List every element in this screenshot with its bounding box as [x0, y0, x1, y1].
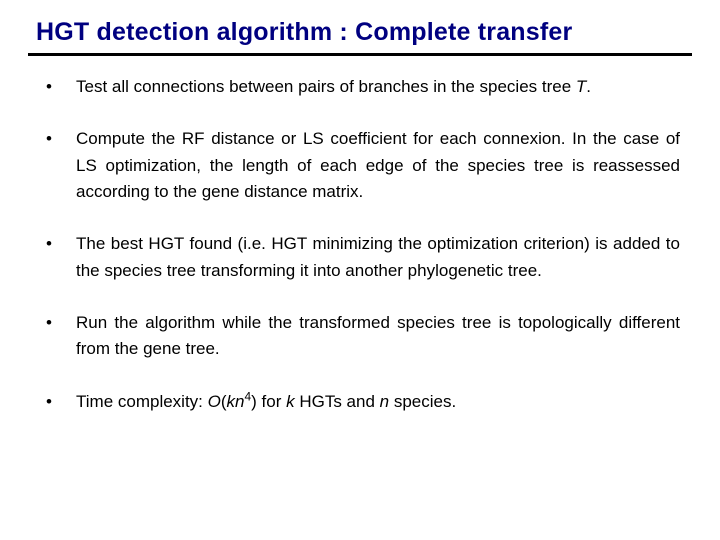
bullet-list: Test all connections between pairs of br… — [28, 74, 692, 415]
title-underline — [28, 53, 692, 56]
complexity-post: species. — [389, 392, 456, 411]
complexity-pre: Time complexity: — [76, 392, 208, 411]
bullet-item: Run the algorithm while the transformed … — [42, 310, 680, 363]
bullet-text: Compute the RF distance or LS coefficien… — [76, 129, 680, 201]
slide: HGT detection algorithm : Complete trans… — [0, 0, 720, 540]
bullet-text-post: . — [586, 77, 591, 96]
bullet-item: Compute the RF distance or LS coefficien… — [42, 126, 680, 205]
var-k: k — [227, 392, 236, 411]
var-n2: n — [380, 392, 389, 411]
bullet-item: The best HGT found (i.e. HGT minimizing … — [42, 231, 680, 284]
complexity-mid2: HGTs and — [295, 392, 380, 411]
bullet-text: Test all connections between pairs of br… — [76, 77, 576, 96]
big-o: O — [208, 392, 221, 411]
bullet-item: Test all connections between pairs of br… — [42, 74, 680, 100]
bullet-text: Run the algorithm while the transformed … — [76, 313, 680, 358]
var-k2: k — [286, 392, 295, 411]
var-n: n — [235, 392, 244, 411]
variable-T: T — [576, 77, 586, 96]
bullet-item: Time complexity: O(kn4) for k HGTs and n… — [42, 389, 680, 415]
slide-title: HGT detection algorithm : Complete trans… — [36, 18, 692, 47]
bullet-text: The best HGT found (i.e. HGT minimizing … — [76, 234, 680, 279]
complexity-mid: for — [257, 392, 286, 411]
